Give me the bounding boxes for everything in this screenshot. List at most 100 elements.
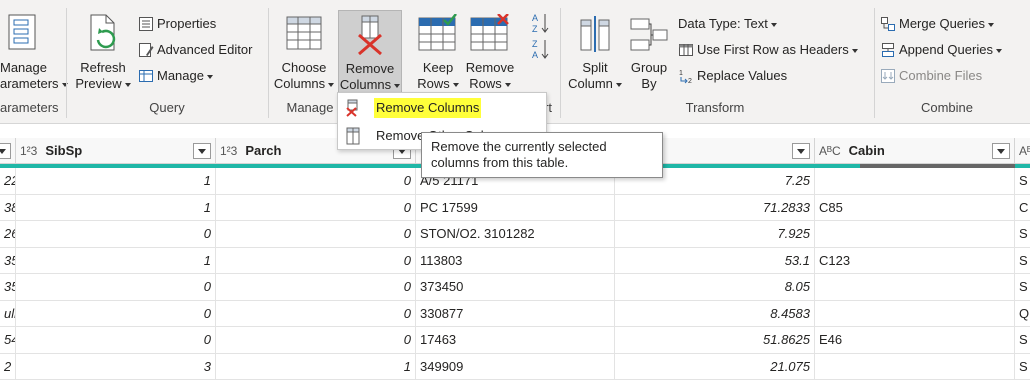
refresh-preview-button[interactable]: Refresh Preview: [72, 10, 134, 94]
table-cell[interactable]: 0: [16, 300, 216, 326]
table-cell[interactable]: 1: [16, 247, 216, 273]
group-by-button[interactable]: Group By: [626, 10, 672, 94]
table-cell[interactable]: S: [1015, 274, 1030, 300]
table-cell[interactable]: 26: [0, 221, 16, 247]
column-filter-dropdown-icon[interactable]: [992, 143, 1010, 159]
column-filter-dropdown-icon[interactable]: [0, 143, 11, 159]
table-cell[interactable]: [815, 221, 1015, 247]
table-cell[interactable]: 35: [0, 274, 16, 300]
column-header[interactable]: 1²3 SibSp: [16, 138, 216, 164]
table-cell[interactable]: 0: [216, 327, 416, 353]
table-cell[interactable]: 22: [0, 168, 16, 194]
table-cell[interactable]: 7.925: [615, 221, 815, 247]
remove-columns-tooltip: Remove the currently selected columns fr…: [421, 132, 663, 178]
table-cell[interactable]: PC 17599: [416, 194, 615, 220]
parameters-icon: [8, 14, 36, 50]
svg-text:2: 2: [688, 78, 692, 84]
column-header-label: Cabin: [848, 143, 885, 158]
split-column-button[interactable]: Split Column: [564, 10, 626, 94]
table-cell[interactable]: C: [1015, 195, 1030, 221]
table-cell[interactable]: C123: [815, 247, 1015, 273]
combine-files-button[interactable]: Combine Files: [880, 66, 982, 86]
manage-button[interactable]: Manage: [138, 66, 213, 86]
manage-parameters-button[interactable]: Manage arameters: [0, 10, 68, 94]
table-cell[interactable]: 38: [0, 194, 16, 220]
table-cell[interactable]: S: [1015, 354, 1030, 380]
table-cell[interactable]: [815, 300, 1015, 326]
table-cell[interactable]: 0: [216, 221, 416, 247]
table-cell[interactable]: S: [1015, 327, 1030, 353]
column-type-icon[interactable]: AᴮC: [1019, 144, 1030, 158]
table-row[interactable]: 35003734508.05S: [0, 274, 1030, 301]
table-cell[interactable]: 8.4583: [615, 300, 815, 326]
merge-queries-button[interactable]: Merge Queries: [880, 14, 994, 34]
table-cell[interactable]: 53.1: [615, 247, 815, 273]
table-cell[interactable]: 0: [216, 247, 416, 273]
table-cell[interactable]: 35: [0, 247, 16, 273]
table-cell[interactable]: STON/O2. 3101282: [416, 221, 615, 247]
column-header[interactable]: AᴮC Cabin: [815, 138, 1015, 164]
keep-rows-button[interactable]: Keep Rows: [412, 10, 464, 94]
table-cell[interactable]: 0: [16, 327, 216, 353]
column-type-icon[interactable]: 1²3: [20, 144, 37, 158]
table-cell[interactable]: 0: [16, 274, 216, 300]
table-row[interactable]: 54001746351.8625E46S: [0, 327, 1030, 354]
table-cell[interactable]: S: [1015, 221, 1030, 247]
table-cell[interactable]: 17463: [416, 327, 615, 353]
table-row[interactable]: 351011380353.1C123S: [0, 247, 1030, 274]
menu-item-remove-columns[interactable]: Remove Columns: [338, 95, 546, 121]
table-cell[interactable]: C85: [815, 194, 1015, 220]
remove-rows-button[interactable]: Remove Rows: [464, 10, 516, 94]
table-cell[interactable]: E46: [815, 327, 1015, 353]
column-header[interactable]: [0, 138, 16, 164]
table-row[interactable]: 2600STON/O2. 31012827.925S: [0, 221, 1030, 248]
table-row[interactable]: ull 0 0 330877 8.4583 Q: [0, 300, 1030, 327]
table-cell[interactable]: 2: [0, 353, 16, 379]
column-type-icon[interactable]: AᴮC: [819, 144, 841, 158]
table-cell[interactable]: 1: [16, 168, 216, 194]
table-cell[interactable]: 349909: [416, 353, 615, 379]
sort-descending-button[interactable]: ZA: [530, 38, 552, 60]
table-cell[interactable]: 1: [16, 194, 216, 220]
sort-descending-icon: ZA: [532, 39, 549, 60]
use-first-row-as-headers-button[interactable]: Use First Row as Headers: [678, 40, 858, 60]
properties-button[interactable]: Properties: [138, 14, 216, 34]
column-header[interactable]: AᴮC: [1015, 138, 1030, 164]
table-cell[interactable]: S: [1015, 248, 1030, 274]
table-cell[interactable]: 113803: [416, 247, 615, 273]
column-filter-dropdown-icon[interactable]: [193, 143, 211, 159]
table-cell[interactable]: ull: [0, 300, 16, 326]
table-cell[interactable]: 0: [16, 221, 216, 247]
table-cell[interactable]: 54: [0, 327, 16, 353]
table-cell[interactable]: 0: [216, 300, 416, 326]
data-type-dropdown[interactable]: Data Type: Text: [678, 14, 777, 34]
table-cell[interactable]: 330877: [416, 300, 615, 326]
group-by-icon: [630, 18, 668, 51]
table-cell[interactable]: 1: [216, 353, 416, 379]
column-type-icon[interactable]: 1²3: [220, 144, 237, 158]
table-cell[interactable]: 21.075: [615, 353, 815, 379]
table-cell[interactable]: 0: [216, 274, 416, 300]
column-filter-dropdown-icon[interactable]: [792, 143, 810, 159]
table-cell[interactable]: 71.2833: [615, 194, 815, 220]
table-cell[interactable]: Q: [1015, 301, 1030, 327]
table-row[interactable]: 2 3 1 349909 21.075 S: [0, 353, 1030, 380]
table-cell[interactable]: [815, 168, 1015, 194]
remove-columns-icon: [358, 15, 382, 55]
choose-columns-button[interactable]: Choose Columns: [272, 10, 336, 94]
table-cell[interactable]: [815, 353, 1015, 379]
table-row[interactable]: 3810PC 1759971.2833C85C: [0, 194, 1030, 221]
table-cell[interactable]: 51.8625: [615, 327, 815, 353]
table-cell[interactable]: 0: [216, 194, 416, 220]
table-cell[interactable]: 3: [16, 353, 216, 379]
remove-columns-button[interactable]: Remove Columns: [338, 10, 402, 94]
table-cell[interactable]: S: [1015, 168, 1030, 194]
advanced-editor-button[interactable]: Advanced Editor: [138, 40, 252, 60]
table-cell[interactable]: 373450: [416, 274, 615, 300]
table-cell[interactable]: 0: [216, 168, 416, 194]
append-queries-button[interactable]: Append Queries: [880, 40, 1002, 60]
replace-values-button[interactable]: 1 2 Replace Values: [678, 66, 787, 86]
sort-ascending-button[interactable]: AZ: [530, 12, 552, 34]
table-cell[interactable]: 8.05: [615, 274, 815, 300]
table-cell[interactable]: [815, 274, 1015, 300]
